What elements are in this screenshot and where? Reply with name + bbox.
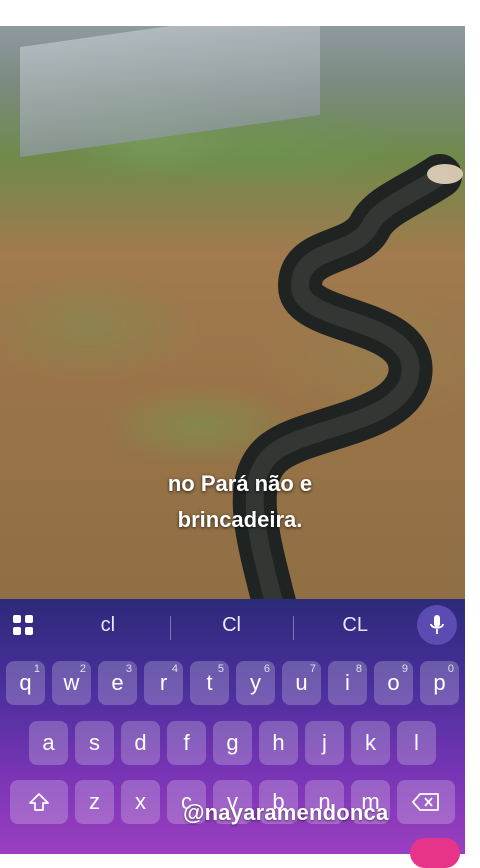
key-l[interactable]: l: [397, 721, 436, 765]
watermark-handle: @nayaramendonca: [183, 800, 389, 825]
apps-grid-icon[interactable]: [0, 599, 46, 651]
key-p[interactable]: p0: [420, 661, 459, 705]
key-w[interactable]: w2: [52, 661, 91, 705]
key-u[interactable]: u7: [282, 661, 321, 705]
key-y[interactable]: y6: [236, 661, 275, 705]
caption-line-1: no Pará não e: [167, 471, 313, 496]
key-f[interactable]: f: [167, 721, 206, 765]
key-q[interactable]: q1: [6, 661, 45, 705]
backspace-key[interactable]: [397, 780, 455, 824]
suggestion-bar: cl Cl CL: [0, 599, 465, 651]
suggestion-1[interactable]: cl: [46, 614, 170, 637]
key-x[interactable]: x: [121, 780, 160, 824]
shift-arrow-icon: [29, 793, 49, 811]
key-row-2: a s d f g h j k l: [0, 721, 465, 765]
key-z[interactable]: z: [75, 780, 114, 824]
key-e[interactable]: e3: [98, 661, 137, 705]
key-j[interactable]: j: [305, 721, 344, 765]
suggestion-3[interactable]: CL: [293, 614, 417, 640]
key-a[interactable]: a: [29, 721, 68, 765]
video-frame[interactable]: no Pará não e brincadeira.: [0, 26, 465, 626]
backspace-icon: [412, 793, 439, 811]
key-r[interactable]: r4: [144, 661, 183, 705]
key-h[interactable]: h: [259, 721, 298, 765]
key-t[interactable]: t5: [190, 661, 229, 705]
shift-key[interactable]: [10, 780, 68, 824]
key-o[interactable]: o9: [374, 661, 413, 705]
suggestion-2[interactable]: Cl: [169, 614, 294, 640]
key-s[interactable]: s: [75, 721, 114, 765]
key-g[interactable]: g: [213, 721, 252, 765]
key-d[interactable]: d: [121, 721, 160, 765]
send-button-partial[interactable]: [410, 838, 460, 868]
video-caption: no Pará não e brincadeira.: [0, 466, 465, 538]
caption-line-2: brincadeira.: [177, 507, 303, 532]
microphone-icon[interactable]: [417, 605, 458, 645]
key-i[interactable]: i8: [328, 661, 367, 705]
key-k[interactable]: k: [351, 721, 390, 765]
key-row-1: q1 w2 e3 r4 t5 y6 u7 i8 o9 p0: [0, 661, 465, 705]
